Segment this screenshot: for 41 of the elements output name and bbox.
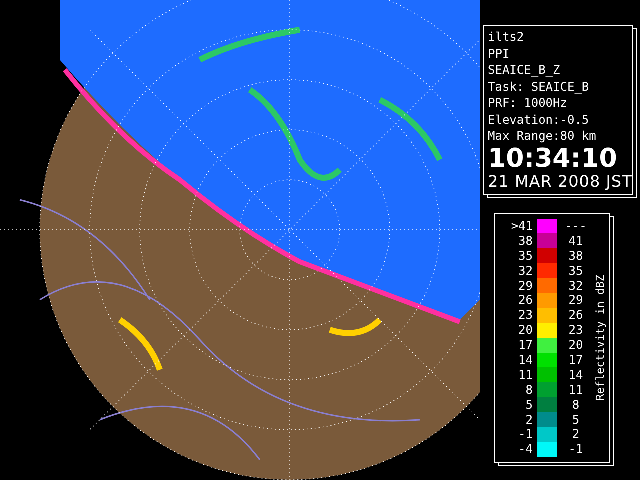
legend-low-value: -4	[518, 442, 533, 456]
legend-high-value: 20	[568, 338, 584, 352]
legend-low-value: >41	[510, 218, 533, 233]
legend-low-value: 17	[518, 338, 533, 352]
legend-low-value: 32	[518, 264, 533, 278]
legend-low-value: 38	[518, 234, 533, 248]
legend-low-value: 35	[518, 248, 533, 263]
legend-high-value: 11	[568, 382, 584, 397]
legend-low-value: -1	[518, 427, 533, 442]
legend-low-value: 14	[518, 352, 533, 367]
legend-high-value: 38	[568, 248, 584, 263]
legend-low-value: 2	[524, 412, 533, 427]
time-text: 10:34:10	[488, 144, 618, 172]
legend-high-value: 26	[568, 308, 584, 322]
legend-high-value: -1	[568, 442, 584, 456]
legend-low-value: 11	[518, 368, 533, 382]
legend-high-value: 41	[568, 234, 584, 248]
legend-low-value: 23	[518, 308, 533, 322]
info-line: ilts2	[488, 29, 526, 46]
info-line: PPI	[488, 46, 511, 62]
info-line: Elevation:-0.5	[488, 112, 590, 128]
info-line: SEAICE_B_Z	[488, 62, 562, 78]
legend-low-value: 26	[518, 293, 533, 308]
legend-high-value: 14	[568, 368, 584, 382]
legend-low-value: 8	[524, 382, 533, 397]
info-line: PRF: 1000Hz	[488, 95, 568, 112]
legend-low-value: 5	[524, 398, 533, 412]
legend-high-value: 29	[568, 293, 584, 308]
legend-low-value: 20	[518, 323, 533, 338]
legend-high-value: 35	[568, 264, 584, 278]
legend-title: Reflectivity in dBZ	[594, 274, 606, 400]
info-line: Task: SEAICE_B	[488, 78, 590, 95]
info-line: Max Range:80 km	[488, 128, 598, 144]
legend-high-value: 5	[571, 412, 581, 427]
legend-high-value: 2	[571, 427, 581, 442]
legend-high-value: 32	[568, 278, 584, 292]
legend-high-value: 17	[568, 352, 584, 367]
legend-low-value: 29	[518, 278, 533, 292]
legend-high-value: 8	[571, 398, 581, 412]
legend-high-value: 23	[568, 323, 584, 338]
legend-high-value: ---	[564, 218, 588, 233]
